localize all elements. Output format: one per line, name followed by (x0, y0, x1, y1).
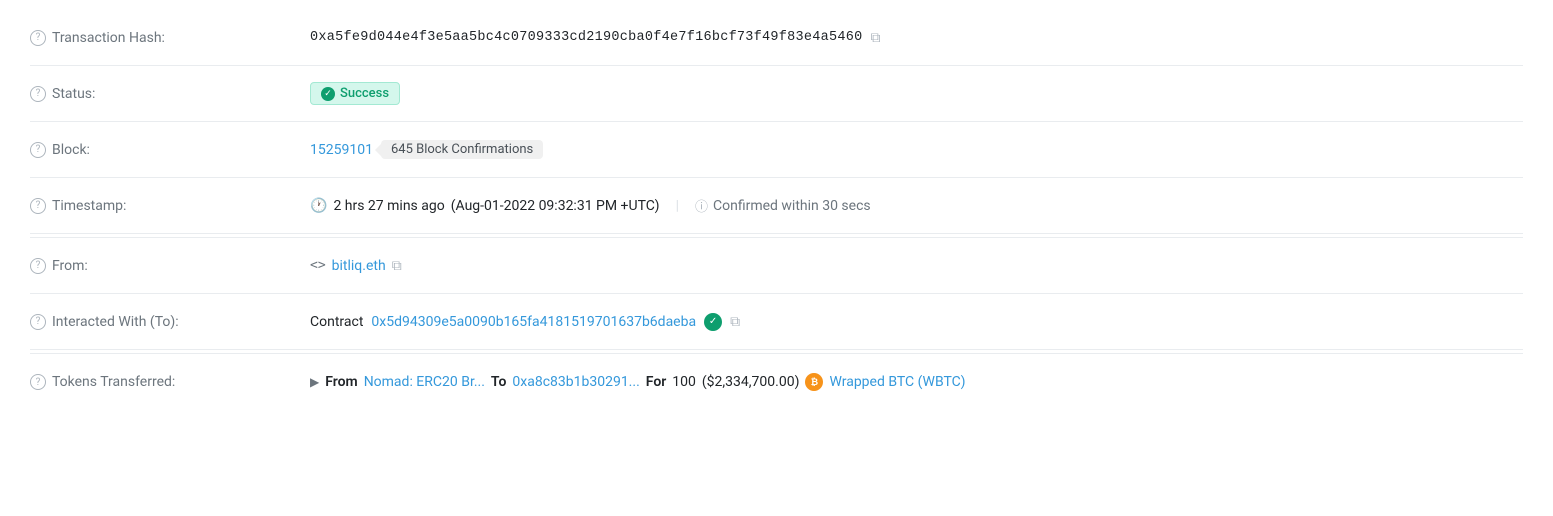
block-confirmations-text: 645 Block Confirmations (391, 142, 533, 157)
transaction-hash-value: 0xa5fe9d044e4f3e5aa5bc4c0709333cd2190cba… (310, 30, 863, 45)
token-amount: 100 (672, 374, 696, 390)
token-transfer-arrow-icon: ▶ (310, 375, 319, 389)
contract-address-copy-icon[interactable]: ⧉ (730, 314, 740, 330)
block-label: Block: (52, 142, 90, 158)
status-badge: ✓ Success (310, 82, 400, 105)
timestamp-separator: | (676, 198, 679, 214)
timestamp-help-icon[interactable]: ? (30, 198, 46, 214)
timestamp-full: (Aug-01-2022 09:32:31 PM +UTC) (451, 198, 660, 214)
block-label-col: ? Block: (30, 142, 310, 158)
from-code-icon: <> (310, 258, 326, 273)
contract-label: Contract (310, 314, 363, 330)
block-help-icon[interactable]: ? (30, 142, 46, 158)
timestamp-value-col: 🕐 2 hrs 27 mins ago (Aug-01-2022 09:32:3… (310, 196, 1523, 215)
status-row: ? Status: ✓ Success (30, 66, 1523, 122)
status-label: Status: (52, 86, 95, 102)
interacted-with-value-col: Contract 0x5d94309e5a0090b165fa418151970… (310, 313, 1523, 331)
token-name-link[interactable]: Wrapped BTC (WBTC) (829, 374, 965, 390)
timestamp-ago: 2 hrs 27 mins ago (333, 198, 444, 214)
status-text: Success (340, 86, 389, 101)
token-to-address-link[interactable]: 0xa8c83b1b30291... (512, 374, 639, 390)
timestamp-row: ? Timestamp: 🕐 2 hrs 27 mins ago (Aug-01… (30, 178, 1523, 234)
interacted-with-label: Interacted With (To): (52, 314, 179, 330)
interacted-with-label-col: ? Interacted With (To): (30, 314, 310, 330)
transaction-hash-label-col: ? Transaction Hash: (30, 30, 310, 46)
confirmed-within-text: Confirmed within 30 secs (713, 198, 871, 214)
confirmed-info-icon: ⓘ (695, 196, 708, 215)
block-confirmations-badge: 645 Block Confirmations (381, 140, 543, 159)
transaction-hash-help-icon[interactable]: ? (30, 30, 46, 46)
tokens-transferred-help-icon[interactable]: ? (30, 374, 46, 390)
token-from-label: From (325, 374, 357, 390)
wbtc-icon: ₿ (805, 373, 823, 391)
block-value-col: 15259101 645 Block Confirmations (310, 140, 1523, 159)
token-to-label: To (491, 374, 506, 390)
from-label-col: ? From: (30, 258, 310, 274)
status-help-icon[interactable]: ? (30, 86, 46, 102)
tokens-transferred-label-col: ? Tokens Transferred: (30, 374, 310, 390)
interacted-with-row: ? Interacted With (To): Contract 0x5d943… (30, 294, 1523, 350)
from-help-icon[interactable]: ? (30, 258, 46, 274)
from-value-col: <> bitliq.eth ⧉ (310, 258, 1523, 274)
interacted-with-help-icon[interactable]: ? (30, 314, 46, 330)
tokens-transferred-value-col: ▶ From Nomad: ERC20 Br... To 0xa8c83b1b3… (310, 373, 1523, 391)
clock-icon: 🕐 (310, 198, 327, 214)
status-label-col: ? Status: (30, 86, 310, 102)
from-address-link[interactable]: bitliq.eth (332, 258, 386, 274)
status-check-icon: ✓ (321, 87, 335, 101)
transaction-hash-row: ? Transaction Hash: 0xa5fe9d044e4f3e5aa5… (30, 10, 1523, 66)
block-number-link[interactable]: 15259101 (310, 142, 373, 158)
token-usd-value: ($2,334,700.00) (702, 374, 800, 390)
confirmed-text: ⓘ Confirmed within 30 secs (695, 196, 871, 215)
transaction-hash-label: Transaction Hash: (52, 30, 165, 46)
from-address-copy-icon[interactable]: ⧉ (392, 258, 402, 274)
timestamp-label: Timestamp: (52, 198, 126, 214)
from-row: ? From: <> bitliq.eth ⧉ (30, 238, 1523, 294)
transaction-hash-copy-icon[interactable]: ⧉ (871, 30, 881, 46)
timestamp-text: 🕐 2 hrs 27 mins ago (Aug-01-2022 09:32:3… (310, 198, 660, 214)
token-from-address-link[interactable]: Nomad: ERC20 Br... (364, 374, 485, 390)
from-label: From: (52, 258, 88, 274)
block-row: ? Block: 15259101 645 Block Confirmation… (30, 122, 1523, 178)
status-value-col: ✓ Success (310, 82, 1523, 105)
token-for-label: For (646, 374, 667, 390)
transaction-hash-value-col: 0xa5fe9d044e4f3e5aa5bc4c0709333cd2190cba… (310, 30, 1523, 46)
tokens-transferred-row: ? Tokens Transferred: ▶ From Nomad: ERC2… (30, 354, 1523, 410)
contract-address-link[interactable]: 0x5d94309e5a0090b165fa4181519701637b6dae… (371, 314, 696, 330)
transaction-detail-page: ? Transaction Hash: 0xa5fe9d044e4f3e5aa5… (0, 0, 1553, 420)
timestamp-label-col: ? Timestamp: (30, 198, 310, 214)
contract-verified-icon: ✓ (704, 313, 722, 331)
tokens-transferred-label: Tokens Transferred: (52, 374, 175, 390)
